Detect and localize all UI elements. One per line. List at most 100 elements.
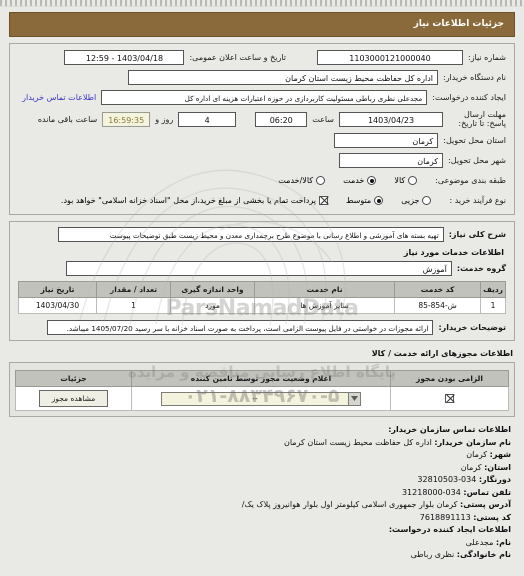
radio-kala-icon[interactable] [408,176,418,185]
permit-status-select[interactable]: -- [161,391,361,406]
category-option-kala-khedmat[interactable]: کالا/خدمت [278,176,326,185]
city-value: کرمان [339,153,444,168]
contact-province-row: استان: کرمان [9,462,511,475]
buyer-notes-label: توضیحات خریدار: [438,323,506,332]
contact-org-name-value: اداره کل حفاظت محیط زیست استان کرمان [283,437,432,447]
row-buyer-org: نام دستگاه خریدار: اداره کل حفاظت محیط ز… [18,70,506,85]
creator-first-name-label: نام: [495,537,511,547]
cell-permit-required [390,386,509,411]
contact-section-title: اطلاعات تماس سازمان خریدار: [388,425,511,434]
permits-heading: اطلاعات مجوزهای ارائه خدمت / کالا [371,349,513,358]
cell-radif: 1 [480,297,506,314]
row-category: طبقه بندی موضوعی: کالا خدمت کالا/خدمت [18,173,506,188]
category-option-kala-khedmat-label: کالا/خدمت [278,176,314,185]
contact-province-value: کرمان [460,462,482,472]
creator-first-name-row: نام: مجدعلی [9,537,511,550]
row-province: استان محل تحویل: کرمان [18,133,506,148]
permits-table-header-row: الزامی بودن مجوز اعلام وضعیت مجوز توسط ت… [15,370,509,387]
row-creator: ایجاد کننده درخواست: مجدعلی نظری رباطی م… [18,90,506,105]
service-group-label: گروه خدمت: [456,264,506,273]
cell-quantity: 1 [96,297,171,314]
process-option-jozi[interactable]: جزیی [401,196,432,205]
table-row: -- مشاهده مجوز [15,386,509,411]
category-label: طبقه بندی موضوعی: [435,176,506,185]
city-label: شهر محل تحویل: [448,156,506,165]
category-option-khedmat-label: خدمت [343,176,365,185]
permits-panel: الزامی بودن مجوز اعلام وضعیت مجوز توسط ت… [9,362,515,417]
deadline-remaining-value: 16:59:35 [102,111,151,127]
deadline-days-value: 4 [178,111,237,127]
category-option-kala-label: کالا [394,176,406,185]
buyer-notes-value: ارائه مجوزات در خواستی در فایل پیوست الز… [47,320,434,335]
province-label: استان محل تحویل: [443,136,506,145]
province-value: کرمان [334,133,439,148]
cell-need-date: 1403/04/30 [18,297,97,314]
creator-label: ایجاد کننده درخواست: [432,93,506,102]
contact-postal-row: کد پستی: 7618891113 [9,512,511,525]
process-option-motavaset[interactable]: متوسط [346,196,384,205]
contact-section: اطلاعات تماس سازمان خریدار: نام سازمان خ… [9,424,515,562]
permits-table: الزامی بودن مجوز اعلام وضعیت مجوز توسط ت… [15,370,509,411]
need-number-label: شماره نیاز: [468,53,506,62]
radio-jozi-icon[interactable] [422,196,432,205]
contact-fax-row: دورنگار: 32810503-034 [9,474,511,487]
table-row: 1 ش-854-85 سایر آموزش ها مورد 1 1403/04/… [18,297,506,314]
service-group-value: آموزش [65,261,452,276]
creator-first-name-value: مجدعلی [465,537,494,547]
contact-city-row: شهر: کرمان [9,449,511,462]
col-permit-details: جزئیات [15,370,132,387]
creator-value: مجدعلی نظری رباطی مسئولیت کاربردازی در ح… [101,90,428,105]
col-service-name: نام خدمت [253,281,396,298]
contact-phone-row: تلفن تماس: 31218000-034 [9,487,511,500]
process-label: نوع فرآیند خرید : [449,196,506,205]
col-unit: واحد اندازه گیری [170,281,255,298]
deadline-remaining-label: ساعت باقی مانده [37,114,98,124]
permit-status-value: -- [161,391,348,406]
buyer-contact-link[interactable]: اطلاعات تماس خریدار [22,93,96,102]
cell-permit-status: -- [131,386,391,411]
contact-org-name-row: نام سازمان خریدار: اداره کل حفاظت محیط ز… [9,437,511,450]
creator-last-name-row: نام خانوادگی: نظری رباطی [9,549,511,562]
deadline-hour-label: ساعت [312,114,334,124]
row-city: شهر محل تحویل: کرمان [18,153,506,168]
chevron-down-icon[interactable] [348,391,361,406]
permit-required-checkbox-icon[interactable] [445,394,454,404]
services-table-header-row: ردیف کد خدمت نام خدمت واحد اندازه گیری ت… [18,281,506,298]
col-need-date: تاریخ نیاز [18,281,97,298]
cell-service-code: ش-854-85 [394,297,482,314]
contact-postal-value: 7618891113 [419,512,471,522]
creator-section-title: اطلاعات ایجاد کننده درخواست: [388,525,511,534]
row-service-group: گروه خدمت: آموزش [18,261,506,276]
creator-last-name-label: نام خانوادگی: [456,550,511,559]
radio-motavaset-icon[interactable] [374,196,384,205]
deadline-days-label: روز و [155,114,174,124]
contact-fax-label: دورنگار: [478,475,511,484]
services-table: ردیف کد خدمت نام خدمت واحد اندازه گیری ت… [18,281,506,314]
process-option-jozi-label: جزیی [401,196,420,205]
buyer-org-value: اداره کل حفاظت محیط زیست استان کرمان [128,70,438,85]
view-permit-button[interactable]: مشاهده مجوز [38,390,109,407]
creator-last-name-value: نظری رباطی [410,550,455,559]
contact-city-value: کرمان [466,450,488,459]
payment-checkbox-icon[interactable] [319,196,329,205]
contact-province-label: استان: [484,462,511,472]
page-title: جزئیات اطلاعات نیاز [9,12,515,37]
contact-phone-value: 31218000-034 [401,487,461,497]
row-process: نوع فرآیند خرید : جزیی متوسط پرداخت تمام… [18,193,506,208]
contact-org-name-label: نام سازمان خریدار: [434,437,511,447]
category-option-khedmat[interactable]: خدمت [343,176,377,185]
need-info-panel: شماره نیاز: 1103000121000040 تاریخ و ساع… [9,43,515,215]
row-deadline: مهلت ارسال پاسخ: تا تاریخ: 1403/04/23 سا… [18,110,506,128]
contact-address-label: آدرس پستی: [460,500,511,509]
cell-service-name: سایر آموزش ها [253,297,396,314]
category-option-kala[interactable]: کالا [394,176,418,185]
radio-kala-khedmat-icon[interactable] [316,176,326,185]
contact-fax-value: 32810503-034 [417,475,477,484]
deadline-date-value: 1403/04/23 [339,111,443,127]
announce-datetime-value: 1403/04/18 - 12:59 [64,50,185,65]
col-service-code: کد خدمت [394,281,482,298]
cell-permit-details: مشاهده مجوز [15,386,132,411]
radio-khedmat-icon[interactable] [367,176,377,185]
need-description-panel: شرح کلی نیاز: تهیه بسته های آموزشی و اطل… [9,221,515,341]
need-desc-value: تهیه بسته های آموزشی و اطلاع رسانی با مو… [57,227,444,242]
